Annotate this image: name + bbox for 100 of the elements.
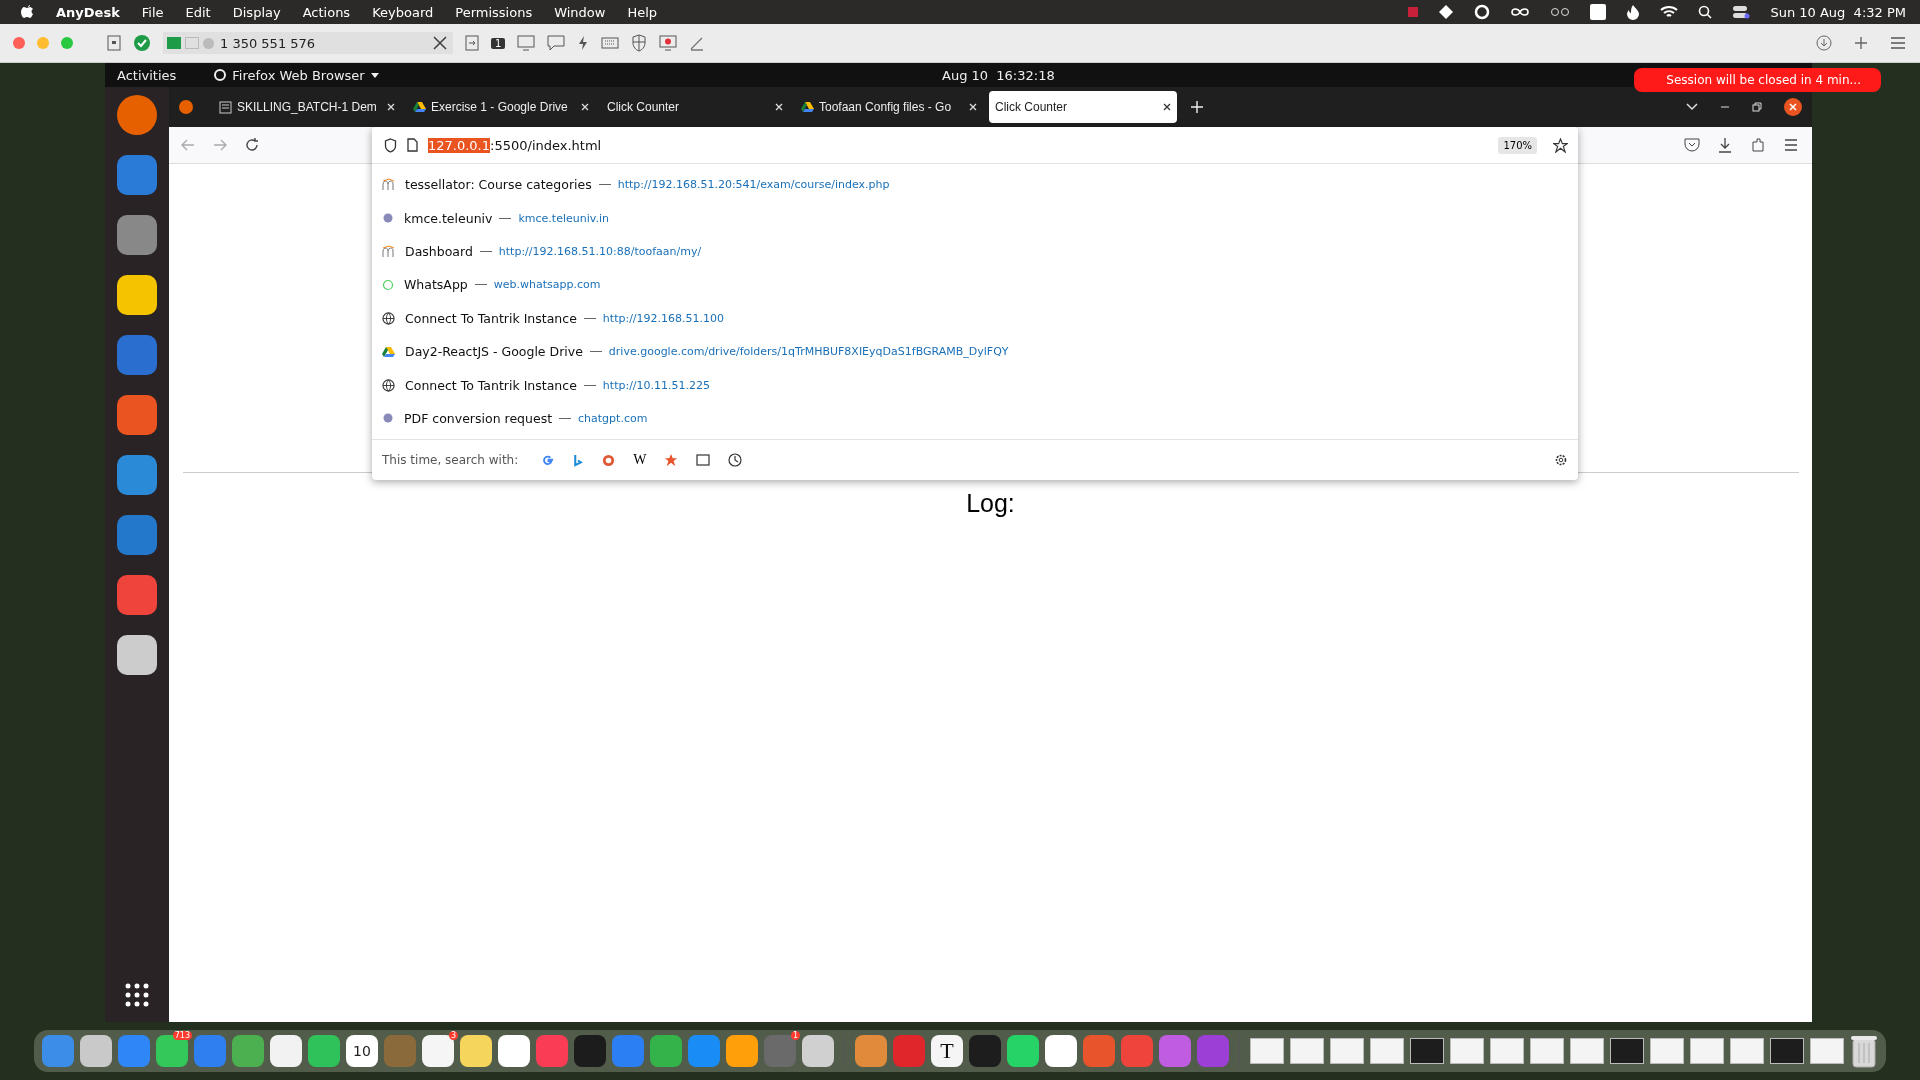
app-icon[interactable] <box>802 1035 834 1067</box>
url-field[interactable]: 127.0.0.1:5500/index.html <box>428 137 1489 153</box>
pen-icon[interactable] <box>689 35 706 51</box>
window-thumbnail[interactable] <box>1690 1038 1724 1064</box>
suggestion-item[interactable]: tessellator: Course categories http://192.168.51.20:541/exam/course/index.php <box>372 168 1578 202</box>
menu-item[interactable]: File <box>141 4 164 20</box>
window-thumbnail[interactable] <box>1570 1038 1604 1064</box>
suggestion-item[interactable]: Connect To Tantrik Instance http://10.11.51.225 <box>372 368 1578 402</box>
app-icon[interactable] <box>117 455 157 495</box>
close-icon[interactable] <box>1784 98 1802 116</box>
app-icon[interactable] <box>80 1035 112 1067</box>
browser-tab[interactable]: SKILLING_BATCH-1 Dem <box>213 91 401 123</box>
app-icon[interactable] <box>498 1035 530 1067</box>
app-menu-button[interactable]: Firefox Web Browser <box>232 67 365 83</box>
glasses-icon[interactable] <box>1550 7 1571 17</box>
app-icon[interactable] <box>270 1035 302 1067</box>
app-icon[interactable] <box>117 95 157 135</box>
menu-item[interactable]: Help <box>627 4 658 20</box>
extensions-icon[interactable] <box>1750 137 1766 153</box>
window-thumbnail[interactable] <box>1330 1038 1364 1064</box>
window-thumbnail[interactable] <box>1250 1038 1284 1064</box>
browser-tab[interactable]: Exercise 1 - Google Drive <box>407 91 595 123</box>
app-icon[interactable]: T <box>931 1035 963 1067</box>
monitor-number-button[interactable]: 1 <box>491 37 506 49</box>
display-icon[interactable] <box>517 35 536 51</box>
suggestion-item[interactable]: Connect To Tantrik Instance http://192.168.51.100 <box>372 301 1578 335</box>
file-transfer-icon[interactable] <box>465 35 479 51</box>
address-field[interactable]: 1 350 551 576 <box>163 32 453 54</box>
menu-item[interactable]: Window <box>554 4 606 20</box>
infinity-icon[interactable] <box>1510 6 1531 18</box>
chevron-down-icon[interactable] <box>1686 103 1698 111</box>
close-icon[interactable] <box>433 36 447 50</box>
download-icon[interactable] <box>1718 137 1732 153</box>
record-icon[interactable] <box>1408 7 1419 17</box>
document-icon[interactable] <box>107 35 121 51</box>
pdf-icon[interactable] <box>1590 4 1607 20</box>
app-icon[interactable]: 10 <box>346 1035 378 1067</box>
menu-item[interactable]: Actions <box>302 4 351 20</box>
search-engine-g-button[interactable] <box>542 453 556 467</box>
app-menu[interactable]: AnyDesk <box>56 4 120 20</box>
flame-icon[interactable] <box>1626 4 1641 20</box>
app-icon[interactable] <box>117 575 157 615</box>
activities-button[interactable]: Activities <box>117 67 177 83</box>
app-icon[interactable] <box>117 395 157 435</box>
browser-tab[interactable]: Click Counter <box>989 91 1177 123</box>
menu-item[interactable]: Permissions <box>455 4 533 20</box>
chat-icon[interactable] <box>547 35 566 51</box>
wifi-icon[interactable] <box>1660 5 1679 19</box>
app-icon[interactable] <box>117 275 157 315</box>
search-engine-b-button[interactable] <box>573 453 585 467</box>
check-circle-icon[interactable] <box>133 34 151 52</box>
browser-tab[interactable]: Toofaan Config files - Go <box>795 91 983 123</box>
menu-item[interactable]: Keyboard <box>372 4 434 20</box>
restore-icon[interactable] <box>1752 102 1762 112</box>
window-thumbnail[interactable] <box>1650 1038 1684 1064</box>
window-thumbnail[interactable] <box>1290 1038 1324 1064</box>
app-icon[interactable] <box>117 215 157 255</box>
tabs-button[interactable] <box>696 454 711 467</box>
app-grid-icon[interactable] <box>124 982 150 1008</box>
history-button[interactable] <box>728 453 743 468</box>
window-thumbnail[interactable] <box>1810 1038 1844 1064</box>
zoom-level-button[interactable]: 170% <box>1498 136 1537 154</box>
suggestion-item[interactable]: Day2-ReactJS - Google Drive drive.google.com/drive/folders/1qTrMHBUF8XIEyqDaS1fBGRAMB_DylFQY <box>372 334 1578 369</box>
window-thumbnail[interactable] <box>1450 1038 1484 1064</box>
apple-icon[interactable] <box>20 4 34 20</box>
app-icon[interactable] <box>1045 1035 1077 1067</box>
ubuntu-clock[interactable]: Aug 10 16:32:18 <box>942 67 1055 83</box>
suggestion-item[interactable]: Dashboard http://192.168.51.10:88/toofaan/my/ <box>372 234 1578 269</box>
suggestion-item[interactable]: PDF conversion request chatgpt.com <box>372 401 1578 436</box>
menu-icon[interactable] <box>1890 36 1906 50</box>
control-center-icon[interactable] <box>1732 5 1751 19</box>
menu-item[interactable]: Display <box>232 4 281 20</box>
close-icon[interactable] <box>1163 103 1171 111</box>
suggestion-item[interactable]: kmce.teleuniv kmce.teleuniv.in <box>372 201 1578 235</box>
settings-icon[interactable] <box>1554 453 1568 468</box>
menu-item[interactable]: Edit <box>185 4 211 20</box>
back-icon[interactable] <box>181 139 195 151</box>
sync-icon[interactable] <box>1474 4 1491 20</box>
screen-record-icon[interactable] <box>659 35 678 51</box>
search-engine-duck-button[interactable] <box>602 453 616 467</box>
forward-icon[interactable] <box>213 139 227 151</box>
shield-icon[interactable] <box>384 137 397 153</box>
reload-icon[interactable] <box>245 138 259 152</box>
pocket-icon[interactable] <box>1684 138 1700 152</box>
download-icon[interactable] <box>1816 35 1832 51</box>
app-icon[interactable] <box>460 1035 492 1067</box>
diamond-icon[interactable] <box>1438 4 1455 20</box>
suggestion-item[interactable]: WhatsApp web.whatsapp.com <box>372 268 1578 302</box>
window-thumbnail[interactable] <box>1730 1038 1764 1064</box>
window-thumbnail[interactable] <box>1370 1038 1404 1064</box>
app-icon[interactable] <box>117 635 157 675</box>
bookmarks-button[interactable] <box>664 453 679 468</box>
window-thumbnail[interactable] <box>1490 1038 1524 1064</box>
menu-icon[interactable] <box>1784 139 1798 151</box>
trash-icon[interactable] <box>1850 1034 1878 1068</box>
keyboard-icon[interactable] <box>601 37 620 49</box>
browser-tab[interactable]: Click Counter <box>601 91 789 123</box>
window-thumbnail[interactable] <box>1410 1038 1444 1064</box>
window-thumbnail[interactable] <box>1770 1038 1804 1064</box>
search-icon[interactable] <box>1698 5 1713 19</box>
